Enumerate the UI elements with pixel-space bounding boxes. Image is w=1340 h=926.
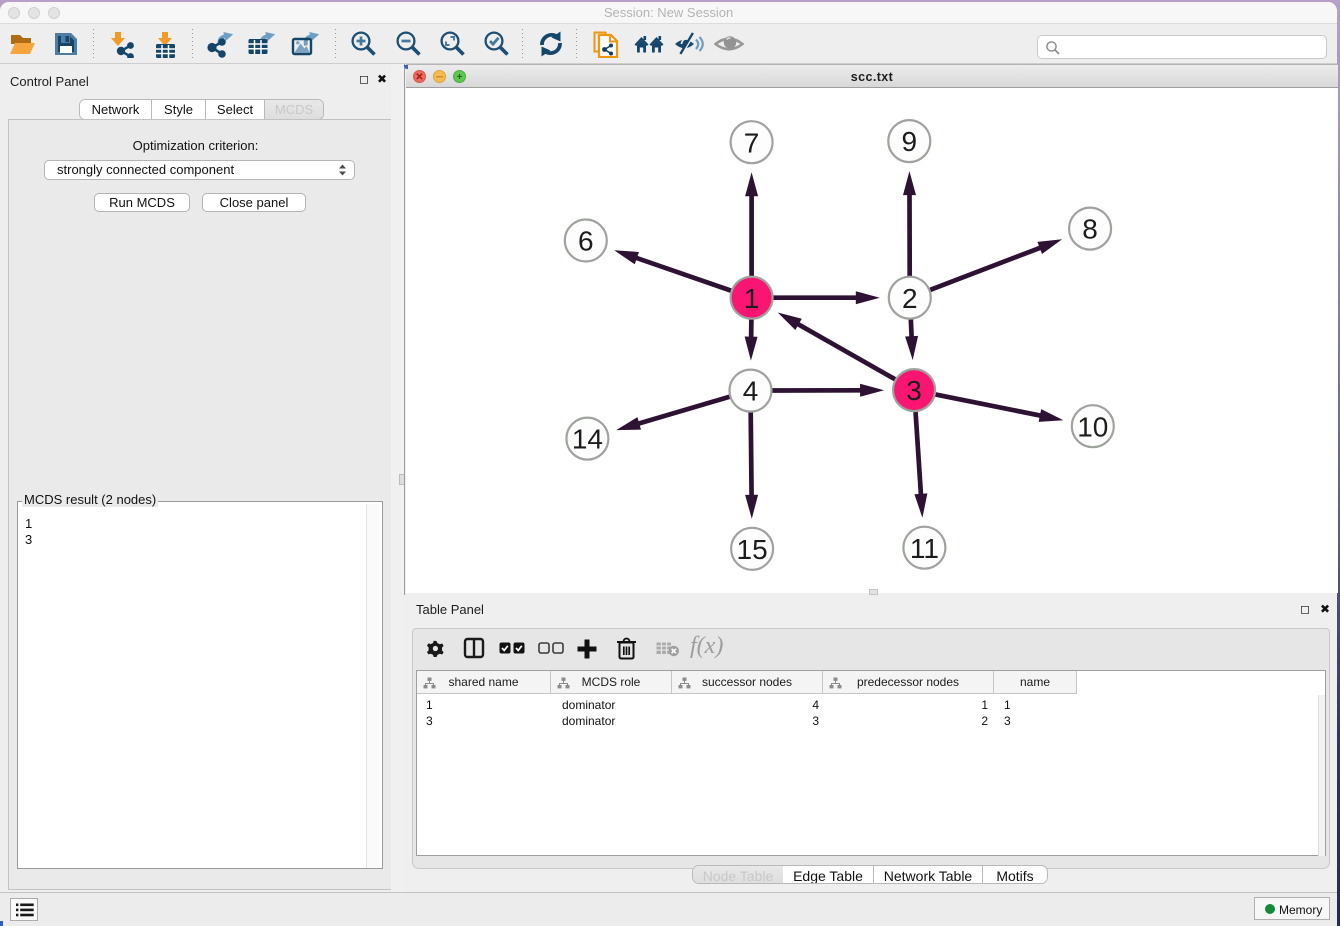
svg-text:11: 11 <box>910 533 939 564</box>
svg-text:14: 14 <box>572 424 603 455</box>
svg-text:7: 7 <box>744 127 760 158</box>
svg-text:8: 8 <box>1082 214 1098 245</box>
svg-text:9: 9 <box>902 126 918 157</box>
svg-text:15: 15 <box>737 534 768 565</box>
svg-text:1: 1 <box>744 283 760 314</box>
svg-text:6: 6 <box>578 226 594 257</box>
svg-text:3: 3 <box>906 375 922 406</box>
svg-text:2: 2 <box>902 283 918 314</box>
svg-text:4: 4 <box>743 376 759 407</box>
svg-text:10: 10 <box>1077 411 1108 442</box>
